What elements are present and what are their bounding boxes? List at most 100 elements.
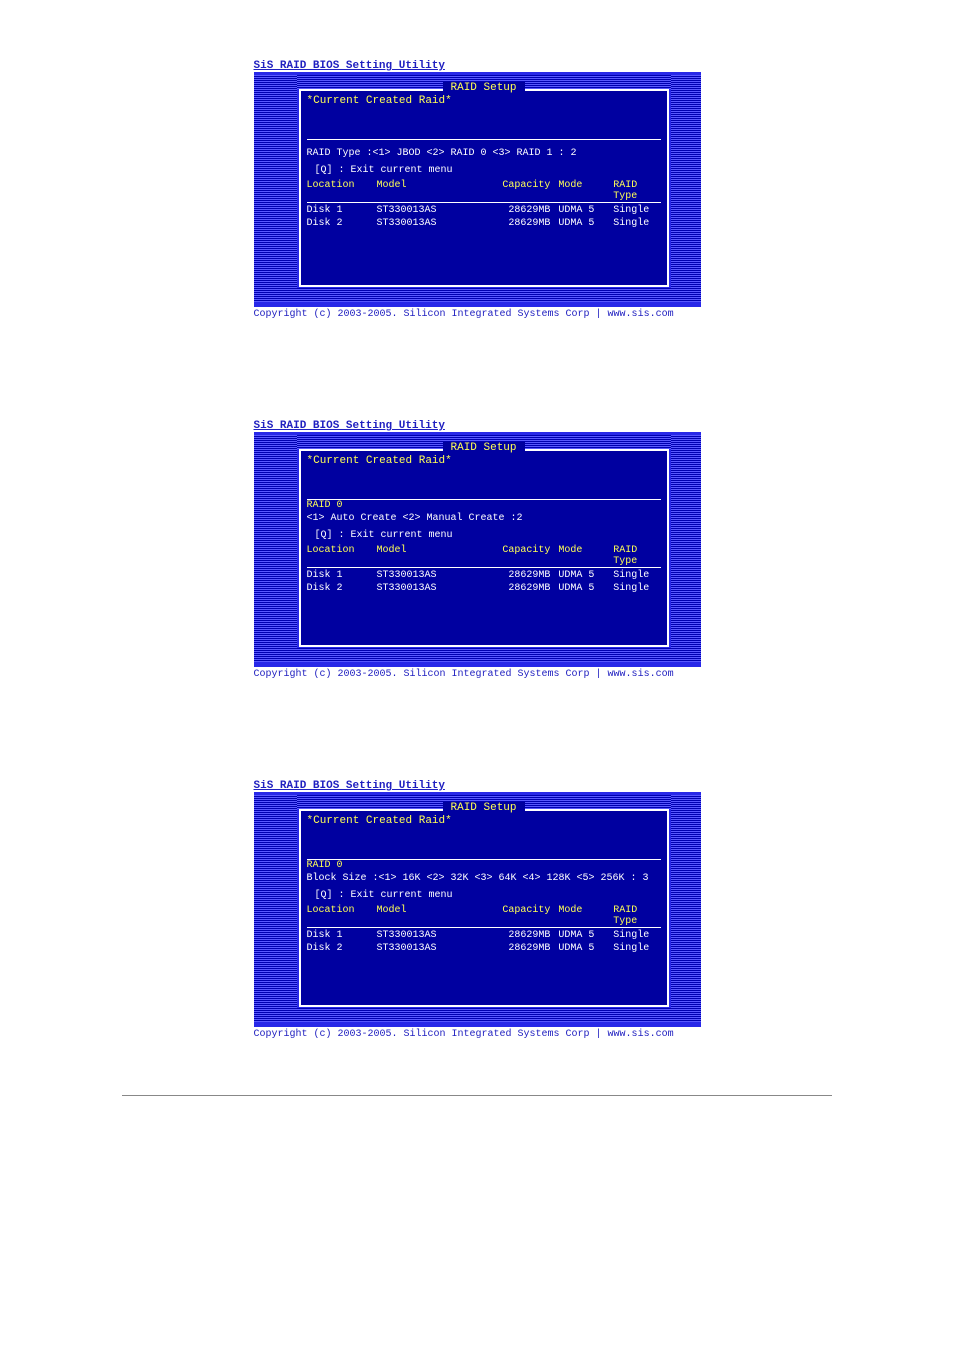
copyright-line: Copyright (c) 2003-2005. Silicon Integra… — [254, 1027, 701, 1040]
hatch-decor — [671, 435, 701, 662]
bios-screenshot-1: SiS RAID BIOS Setting Utility RAID Setup… — [254, 60, 701, 320]
disk-model: ST330013AS — [376, 943, 486, 954]
bios-screen-3: RAID Setup *Current Created Raid* RAID 0… — [254, 792, 701, 1027]
raid-mode-heading: RAID 0 — [307, 860, 661, 871]
main-panel: RAID Setup *Current Created Raid* RAID T… — [299, 89, 669, 287]
hatch-decor — [254, 648, 701, 662]
content-area: RAID 0 <1> Auto Create <2> Manual Create… — [307, 499, 661, 639]
disk-capacity: 28629MB — [486, 205, 558, 216]
disk-mode: UDMA 5 — [558, 930, 613, 941]
hatch-decor — [254, 795, 297, 1022]
disk-mode: UDMA 5 — [558, 570, 613, 581]
disk-model: ST330013AS — [376, 218, 486, 229]
hatch-decor — [671, 75, 701, 302]
divider — [307, 202, 661, 203]
raid-mode-heading: RAID 0 — [307, 500, 661, 511]
table-row: Disk 2 ST330013AS 28629MB UDMA 5 Single — [307, 218, 661, 229]
th-capacity: Capacity — [486, 545, 558, 567]
th-location: Location — [307, 180, 377, 202]
divider — [307, 567, 661, 568]
table-row: Disk 2 ST330013AS 28629MB UDMA 5 Single — [307, 583, 661, 594]
disk-location: Disk 2 — [307, 583, 377, 594]
th-mode: Mode — [558, 545, 613, 567]
content-area: RAID Type :<1> JBOD <2> RAID 0 <3> RAID … — [307, 139, 661, 279]
hatch-decor — [254, 288, 701, 302]
panel-title: RAID Setup — [442, 82, 524, 94]
utility-title: SiS RAID BIOS Setting Utility — [254, 420, 701, 432]
disk-model: ST330013AS — [376, 205, 486, 216]
th-raid-type: RAID Type — [613, 905, 660, 927]
disk-model: ST330013AS — [376, 583, 486, 594]
disk-type-value: Single — [613, 583, 660, 594]
disk-model: ST330013AS — [376, 570, 486, 581]
panel-title: RAID Setup — [442, 802, 524, 814]
disk-location: Disk 1 — [307, 930, 377, 941]
create-mode-prompt[interactable]: <1> Auto Create <2> Manual Create :2 — [307, 513, 661, 524]
bios-screenshot-2: SiS RAID BIOS Setting Utility RAID Setup… — [254, 420, 701, 680]
disk-location: Disk 2 — [307, 943, 377, 954]
disk-mode: UDMA 5 — [558, 943, 613, 954]
bios-screen-1: RAID Setup *Current Created Raid* RAID T… — [254, 72, 701, 307]
th-location: Location — [307, 905, 377, 927]
disk-type-value: Single — [613, 943, 660, 954]
utility-title: SiS RAID BIOS Setting Utility — [254, 60, 701, 72]
exit-hint[interactable]: [Q] : Exit current menu — [315, 165, 661, 176]
th-capacity: Capacity — [486, 180, 558, 202]
th-model: Model — [376, 180, 486, 202]
disk-type-value: Single — [613, 570, 660, 581]
hatch-decor — [254, 75, 297, 302]
disk-table-header: Location Model Capacity Mode RAID Type — [307, 545, 661, 567]
hatch-decor — [254, 1008, 701, 1022]
disk-capacity: 28629MB — [486, 930, 558, 941]
disk-location: Disk 1 — [307, 570, 377, 581]
exit-hint[interactable]: [Q] : Exit current menu — [315, 890, 661, 901]
main-panel: RAID Setup *Current Created Raid* RAID 0… — [299, 809, 669, 1007]
content-area: RAID 0 Block Size :<1> 16K <2> 32K <3> 6… — [307, 859, 661, 999]
th-model: Model — [376, 545, 486, 567]
page-footer-divider — [122, 1095, 832, 1096]
th-capacity: Capacity — [486, 905, 558, 927]
disk-capacity: 28629MB — [486, 570, 558, 581]
current-raid-label: *Current Created Raid* — [307, 815, 452, 827]
disk-location: Disk 1 — [307, 205, 377, 216]
th-raid-type: RAID Type — [613, 545, 660, 567]
table-row: Disk 1 ST330013AS 28629MB UDMA 5 Single — [307, 570, 661, 581]
disk-model: ST330013AS — [376, 930, 486, 941]
disk-type-value: Single — [613, 205, 660, 216]
block-size-prompt[interactable]: Block Size :<1> 16K <2> 32K <3> 64K <4> … — [307, 873, 661, 884]
hatch-decor — [254, 435, 297, 662]
disk-location: Disk 2 — [307, 218, 377, 229]
disk-capacity: 28629MB — [486, 218, 558, 229]
table-row: Disk 1 ST330013AS 28629MB UDMA 5 Single — [307, 205, 661, 216]
copyright-line: Copyright (c) 2003-2005. Silicon Integra… — [254, 667, 701, 680]
table-row: Disk 2 ST330013AS 28629MB UDMA 5 Single — [307, 943, 661, 954]
main-panel: RAID Setup *Current Created Raid* RAID 0… — [299, 449, 669, 647]
disk-mode: UDMA 5 — [558, 218, 613, 229]
th-mode: Mode — [558, 180, 613, 202]
divider — [307, 927, 661, 928]
th-mode: Mode — [558, 905, 613, 927]
disk-table-header: Location Model Capacity Mode RAID Type — [307, 180, 661, 202]
disk-mode: UDMA 5 — [558, 205, 613, 216]
panel-title: RAID Setup — [442, 442, 524, 454]
copyright-line: Copyright (c) 2003-2005. Silicon Integra… — [254, 307, 701, 320]
divider — [307, 139, 661, 140]
exit-hint[interactable]: [Q] : Exit current menu — [315, 530, 661, 541]
disk-capacity: 28629MB — [486, 583, 558, 594]
hatch-decor — [671, 795, 701, 1022]
disk-type-value: Single — [613, 218, 660, 229]
disk-type-value: Single — [613, 930, 660, 941]
th-model: Model — [376, 905, 486, 927]
disk-capacity: 28629MB — [486, 943, 558, 954]
disk-mode: UDMA 5 — [558, 583, 613, 594]
th-location: Location — [307, 545, 377, 567]
bios-screen-2: RAID Setup *Current Created Raid* RAID 0… — [254, 432, 701, 667]
bios-screenshot-3: SiS RAID BIOS Setting Utility RAID Setup… — [254, 780, 701, 1040]
current-raid-label: *Current Created Raid* — [307, 455, 452, 467]
th-raid-type: RAID Type — [613, 180, 660, 202]
utility-title: SiS RAID BIOS Setting Utility — [254, 780, 701, 792]
raid-type-prompt[interactable]: RAID Type :<1> JBOD <2> RAID 0 <3> RAID … — [307, 148, 661, 159]
disk-table-header: Location Model Capacity Mode RAID Type — [307, 905, 661, 927]
current-raid-label: *Current Created Raid* — [307, 95, 452, 107]
table-row: Disk 1 ST330013AS 28629MB UDMA 5 Single — [307, 930, 661, 941]
